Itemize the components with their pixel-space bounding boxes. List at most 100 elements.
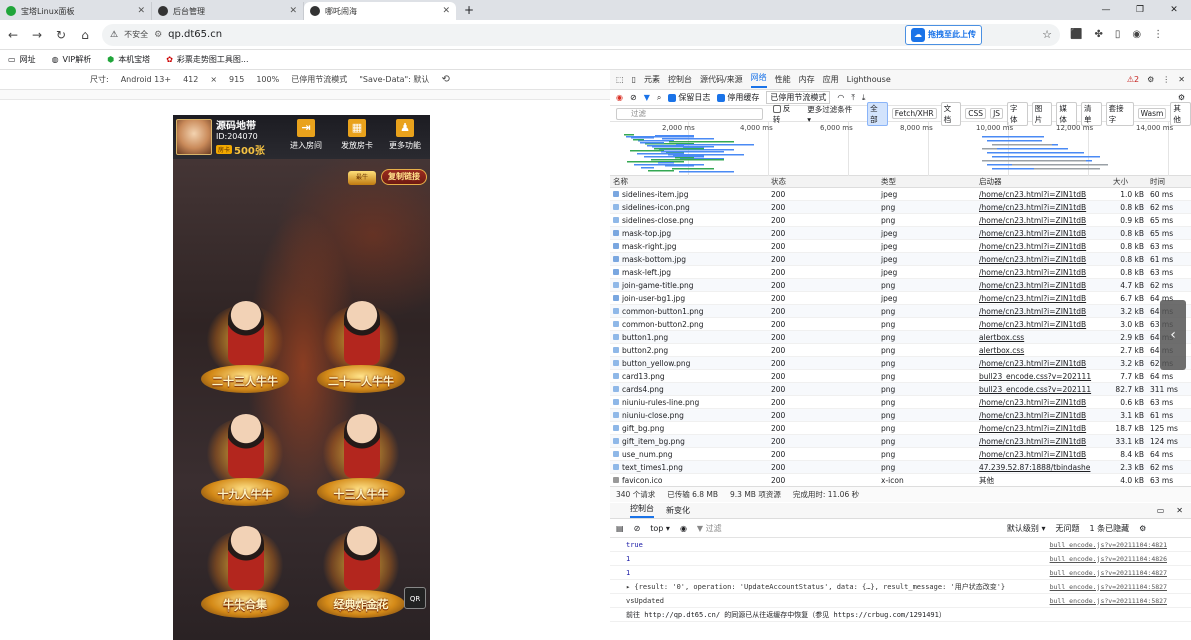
table-row[interactable]: common-button1.png 200 png/home/cn23.html?…: [610, 305, 1191, 318]
table-row[interactable]: mask-top.jpg 200 jpeg/home/cn23.html?i=ZIN…: [610, 227, 1191, 240]
col-status[interactable]: 状态: [768, 176, 878, 187]
console-message[interactable]: 前往 http://qp.dt65.cn/ 的同源已从往返缓存中恢复（参见 ht…: [610, 608, 1191, 622]
address-bar[interactable]: ⚠ 不安全 ⚙ qp.dt65.cn ☁ 拖拽至此上传 ☆: [102, 23, 1060, 46]
request-initiator[interactable]: /home/cn23.html?i=ZIN1tdB: [976, 281, 1110, 290]
request-name[interactable]: mask-top.jpg: [610, 229, 768, 238]
request-initiator[interactable]: /home/cn23.html?i=ZIN1tdB: [976, 190, 1110, 199]
drawer-tab-whatsnew[interactable]: 新变化: [666, 505, 690, 516]
room-card-21[interactable]: 二十一人牛牛: [311, 295, 411, 395]
request-name[interactable]: favicon.ico: [610, 476, 768, 485]
reload-icon[interactable]: ↻: [54, 28, 68, 42]
console-message[interactable]: vsUpdated bull_encode.js?v=20211104:5827: [610, 594, 1191, 608]
request-name[interactable]: mask-bottom.jpg: [610, 255, 768, 264]
request-initiator[interactable]: /home/cn23.html?i=ZIN1tdB: [976, 398, 1110, 407]
request-initiator[interactable]: /home/cn23.html?i=ZIN1tdB: [976, 411, 1110, 420]
request-name[interactable]: cards4.png: [610, 385, 768, 394]
room-card-19[interactable]: 十九人牛牛: [195, 408, 295, 508]
site-settings-icon[interactable]: ⚙: [154, 30, 162, 40]
bookmark-star-icon[interactable]: ☆: [1042, 28, 1052, 41]
request-initiator[interactable]: 47.239.52.87:1888/tbindashe: [976, 463, 1110, 472]
request-name[interactable]: sidelines-close.png: [610, 216, 768, 225]
request-initiator[interactable]: /home/cn23.html?i=ZIN1tdB: [976, 268, 1110, 277]
request-name[interactable]: join-game-title.png: [610, 281, 768, 290]
request-name[interactable]: niuniu-close.png: [610, 411, 768, 420]
request-initiator[interactable]: alertbox.css: [976, 333, 1110, 342]
col-initiator[interactable]: 启动器: [976, 176, 1110, 187]
security-label[interactable]: 不安全: [124, 29, 148, 40]
request-initiator[interactable]: /home/cn23.html?i=ZIN1tdB: [976, 450, 1110, 459]
request-name[interactable]: mask-right.jpg: [610, 242, 768, 251]
filter-input[interactable]: 过滤: [616, 107, 763, 120]
height-input[interactable]: 915: [229, 75, 244, 84]
tab-lighthouse[interactable]: Lighthouse: [847, 75, 891, 84]
request-name[interactable]: mask-left.jpg: [610, 268, 768, 277]
request-name[interactable]: gift_item_bg.png: [610, 437, 768, 446]
table-row[interactable]: cards4.png 200 png bull23_encode.css?v=2021…: [610, 383, 1191, 396]
settings-icon[interactable]: ⚙: [1147, 75, 1154, 84]
request-name[interactable]: button2.png: [610, 346, 768, 355]
home-icon[interactable]: ⌂: [78, 28, 92, 42]
search-icon[interactable]: ⌕: [657, 93, 661, 103]
table-row[interactable]: mask-right.jpg 200 jpeg/home/cn23.html?i=Z…: [610, 240, 1191, 253]
request-initiator[interactable]: /home/cn23.html?i=ZIN1tdB: [976, 294, 1110, 303]
tab-console[interactable]: 控制台: [668, 74, 692, 85]
table-row[interactable]: join-game-title.png 200 png/home/cn23.html…: [610, 279, 1191, 292]
tab-application[interactable]: 应用: [823, 74, 839, 85]
console-source-link[interactable]: bull_encode.js?v=20211104:4821: [1050, 541, 1167, 549]
rotate-icon[interactable]: ⟲: [441, 74, 449, 85]
wifi-icon[interactable]: ◠: [837, 93, 844, 102]
request-initiator[interactable]: /home/cn23.html?i=ZIN1tdB: [976, 242, 1110, 251]
bookmark-item[interactable]: ◍ VIP解析: [52, 54, 92, 65]
request-name[interactable]: common-button1.png: [610, 307, 768, 316]
log-level-select[interactable]: 默认级别 ▾: [1007, 523, 1046, 534]
request-initiator[interactable]: /home/cn23.html?i=ZIN1tdB: [976, 216, 1110, 225]
width-input[interactable]: 412: [183, 75, 198, 84]
disable-cache-checkbox[interactable]: 停用缓存: [717, 92, 759, 103]
bookmark-item[interactable]: ✿ 彩票走势图工具图...: [166, 54, 248, 65]
request-name[interactable]: use_num.png: [610, 450, 768, 459]
network-overview[interactable]: 2,000 ms 4,000 ms 6,000 ms 8,000 ms 10,0…: [610, 122, 1191, 176]
room-card-collection[interactable]: 牛牛合集: [195, 598, 295, 640]
table-row[interactable]: niuniu-close.png 200 png/home/cn23.html?i=…: [610, 409, 1191, 422]
filter-chip-wasm[interactable]: Wasm: [1137, 108, 1167, 119]
eye-icon[interactable]: ◉: [680, 524, 687, 533]
table-row[interactable]: join-user-bg1.jpg 200 jpeg/home/cn23.html?…: [610, 292, 1191, 305]
request-initiator[interactable]: 其他: [976, 475, 1110, 486]
request-initiator[interactable]: /home/cn23.html?i=ZIN1tdB: [976, 320, 1110, 329]
tab-2[interactable]: 哪吒闹海 ✕: [304, 2, 456, 20]
close-icon[interactable]: ✕: [137, 6, 145, 16]
request-name[interactable]: card13.png: [610, 372, 768, 381]
new-tab-icon[interactable]: +: [464, 3, 474, 17]
request-initiator[interactable]: /home/cn23.html?i=ZIN1tdB: [976, 437, 1110, 446]
device-toggle-icon[interactable]: ▯: [632, 75, 636, 84]
console-source-link[interactable]: bull_encode.js?v=20211104:4826: [1050, 555, 1167, 563]
bookmark-item[interactable]: ⬢ 本机宝塔: [107, 54, 150, 65]
console-message[interactable]: 1 bull_encode.js?v=20211104:4826: [610, 552, 1191, 566]
more-icon[interactable]: ⋮: [1162, 75, 1170, 84]
console-filter-input[interactable]: ▼ 过滤: [697, 523, 997, 534]
preserve-log-checkbox[interactable]: 保留日志: [668, 92, 710, 103]
table-row[interactable]: sidelines-close.png 200 png/home/cn23.html…: [610, 214, 1191, 227]
tab-elements[interactable]: 元素: [644, 74, 660, 85]
inspect-icon[interactable]: ⬚: [616, 75, 624, 84]
export-icon[interactable]: ⤓: [862, 93, 866, 103]
clear-icon[interactable]: ⊘: [630, 93, 637, 102]
close-icon[interactable]: ✕: [289, 6, 297, 16]
table-row[interactable]: mask-bottom.jpg 200 jpeg/home/cn23.html?i=…: [610, 253, 1191, 266]
forward-icon[interactable]: →: [30, 28, 44, 42]
qr-code-icon[interactable]: QR: [404, 587, 426, 609]
request-name[interactable]: sidelines-icon.png: [610, 203, 768, 212]
room-card-zhajinhua[interactable]: 经典炸金花: [311, 598, 411, 640]
table-row[interactable]: sidelines-icon.png 200 png/home/cn23.html?…: [610, 201, 1191, 214]
bookmark-item[interactable]: ▭ 网址: [8, 54, 36, 65]
network-settings-icon[interactable]: ⚙: [1178, 93, 1185, 102]
request-name[interactable]: gift_bg.png: [610, 424, 768, 433]
table-row[interactable]: button_yellow.png 200 png/home/cn23.html?i…: [610, 357, 1191, 370]
close-devtools-icon[interactable]: ✕: [1178, 75, 1185, 84]
copy-link-button[interactable]: 复制链接: [381, 169, 427, 185]
request-name[interactable]: text_times1.png: [610, 463, 768, 472]
table-row[interactable]: mask-left.jpg 200 jpeg/home/cn23.html?i=ZI…: [610, 266, 1191, 279]
extension-icon[interactable]: ⬛: [1070, 29, 1082, 40]
record-icon[interactable]: ◉: [616, 93, 623, 102]
panel-collapse-handle[interactable]: ‹: [1160, 300, 1186, 370]
